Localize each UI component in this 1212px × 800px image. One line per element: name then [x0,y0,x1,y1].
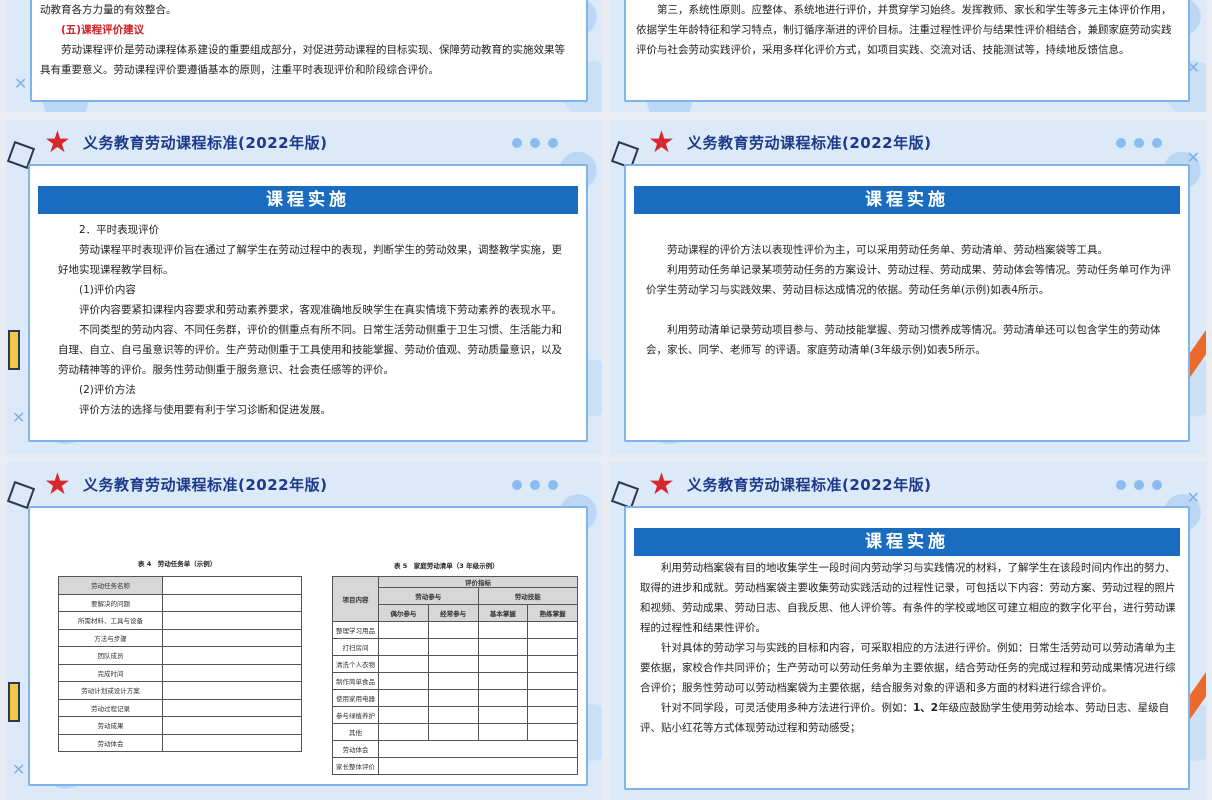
section-banner: 课程实施 [38,186,578,214]
x-deco-icon: ✕ [12,408,26,427]
slide-2[interactable]: 第三，系统性原则。应整体、系统地进行评价，并贯穿学习始终。发挥教师、家长和学生等… [610,0,1206,112]
paragraph: 利用劳动任务单记录某项劳动任务的方案设计、劳动过程、劳动成果、劳动体会等情况。劳… [646,264,1171,296]
slide-4-card: 课程实施 劳动课程的评价方法以表现性评价为主，可以采用劳动任务单、劳动清单、劳动… [624,164,1190,442]
red-star-icon: ★ [44,125,71,160]
slide-header: ★ 义务教育劳动课程标准(2022年版) [6,462,602,506]
red-star-icon: ★ [648,125,675,160]
table-4-row: 方法与步骤 [58,628,163,647]
paragraph: 劳动课程的评价方法以表现性评价为主，可以采用劳动任务单、劳动清单、劳动档案袋等工… [667,244,1108,256]
slide-6[interactable]: ✕ ★ 义务教育劳动课程标准(2022年版) 课程实施 利用劳动档案袋有目的地收… [610,462,1206,800]
paragraph: 劳动课程平时表现评价旨在通过了解学生在劳动过程中的表现，判断学生的劳动效果，调整… [58,244,562,276]
table-5-col-part: 劳动参与 [378,587,479,605]
paragraph: 利用劳动档案袋有目的地收集学生一段时间内劳动学习与实践情况的材料，了解学生在该段… [640,562,1176,634]
table-5-row: 清洗个人衣物 [332,655,379,673]
table-5-subcol: 偶尔参与 [378,604,429,622]
slide-1-card: 动教育各方力量的有效整合。 (五)课程评价建议 劳动课程评价是劳动课程体系建设的… [30,0,588,102]
paragraph: 第三，系统性原则。应整体、系统地进行评价，并贯穿学习始终。发挥教师、家长和学生等… [636,4,1172,56]
header-title: 义务教育劳动课程标准(2022年版) [83,476,328,494]
pencil-deco-icon [8,330,20,370]
table-4-row: 完成时间 [58,663,163,682]
table-4-caption: 表 4 劳动任务单（示例） [138,560,217,568]
table-5-col-skill: 劳动技能 [477,587,578,605]
red-star-icon: ★ [44,467,71,502]
table-5-subcol: 熟练掌握 [527,604,578,622]
subheading: 2．平时表现评价 [79,224,160,236]
subheading: (1)评价内容 [79,284,136,296]
table-5: 项目内容 评价指标 劳动参与 劳动技能 偶尔参与 经常参与 基本掌握 熟练掌握 … [332,576,578,775]
red-star-icon: ★ [648,467,675,502]
table-5-caption: 表 5 家庭劳动清单（3 年级示例） [394,562,499,570]
slide-header: ★ 义务教育劳动课程标准(2022年版) [6,120,602,164]
pencil-deco-icon [8,682,20,722]
text-line: 动教育各方力量的有效整合。 [40,4,177,16]
table-5-row: 参与绿植养护 [332,706,379,724]
slide-1[interactable]: ✕ 动教育各方力量的有效整合。 (五)课程评价建议 劳动课程评价是劳动课程体系建… [6,0,602,112]
dots-deco-icon [512,480,558,490]
table-4: 劳动任务名称 要解决的问题 所需材料、工具与设备 方法与步骤 团队成员 完成时间… [58,576,302,752]
section-heading: (五)课程评价建议 [61,24,145,36]
dots-deco-icon [1116,138,1162,148]
x-deco-icon: ✕ [12,760,26,779]
table-4-row: 所需材料、工具与设备 [58,611,163,630]
slide-3-card: 课程实施 2．平时表现评价 劳动课程平时表现评价旨在通过了解学生在劳动过程中的表… [28,164,588,442]
table-5-row: 打扫房间 [332,638,379,656]
table-5-row: 家长整体评价 [332,757,379,775]
table-4-row: 要解决的问题 [58,593,163,612]
slide-4[interactable]: ✕ ★ 义务教育劳动课程标准(2022年版) 课程实施 劳动课程的评价方法以表现… [610,120,1206,455]
paragraph: 评价内容要紧扣课程内容要求和劳动素养要求，客观准确地反映学生在真实情境下劳动素养… [79,304,562,316]
slide-header: ★ 义务教育劳动课程标准(2022年版) [610,462,1206,506]
slide-header: ★ 义务教育劳动课程标准(2022年版) [610,120,1206,164]
section-banner: 课程实施 [634,186,1180,214]
paragraph: 针对具体的劳动学习与实践的目标和内容，可采取相应的方法进行评价。例如：日常生活劳… [640,642,1176,694]
paragraph: 评价方法的选择与使用要有利于学习诊断和促进发展。 [79,404,331,416]
slide-3[interactable]: ✕ ★ 义务教育劳动课程标准(2022年版) 课程实施 2．平时表现评价 劳动课… [6,120,602,455]
header-title: 义务教育劳动课程标准(2022年版) [687,134,932,152]
table-5-subcol: 经常参与 [427,604,479,622]
header-title: 义务教育劳动课程标准(2022年版) [83,134,328,152]
dots-deco-icon [512,138,558,148]
table-4-row: 团队成员 [58,646,163,665]
table-5-row: 其他 [332,723,379,741]
table-4-header: 劳动任务名称 [58,576,163,595]
table-4-row: 劳动计划或设计方案 [58,681,163,700]
dots-deco-icon [1116,480,1162,490]
grade-range: 1、2 [913,702,939,714]
paragraph: 不同类型的劳动内容、不同任务群，评价的侧重点有所不同。日常生活劳动侧重于卫生习惯… [58,324,562,376]
table-5-col-index: 评价指标 [378,576,578,588]
paragraph: 利用劳动清单记录劳动项目参与、劳动技能掌握、劳动习惯养成等情况。劳动清单还可以包… [646,324,1161,356]
text-run: 针对不同学段，可灵活使用多种方法进行评价。例如： [661,702,913,714]
table-5-subcol: 基本掌握 [477,604,529,622]
slide-grid: ✕ 动教育各方力量的有效整合。 (五)课程评价建议 劳动课程评价是劳动课程体系建… [0,0,1212,800]
slide-5[interactable]: ✕ ★ 义务教育劳动课程标准(2022年版) 表 4 劳动任务单（示例） 劳动任… [6,462,602,800]
x-deco-icon: ✕ [14,74,28,93]
x-deco-icon: ✕ [1186,58,1200,77]
section-banner: 课程实施 [634,528,1180,556]
table-4-row: 劳动过程记录 [58,698,163,717]
slide-6-card: 课程实施 利用劳动档案袋有目的地收集学生一段时间内劳动学习与实践情况的材料，了解… [624,506,1190,790]
table-5-row: 劳动体会 [332,740,379,758]
header-title: 义务教育劳动课程标准(2022年版) [687,476,932,494]
slide-2-card: 第三，系统性原则。应整体、系统地进行评价，并贯穿学习始终。发挥教师、家长和学生等… [624,0,1190,102]
table-4-row: 劳动成果 [58,716,163,735]
table-5-row: 使用家用电器 [332,689,379,707]
paragraph: 针对不同学段，可灵活使用多种方法进行评价。例如：1、2年级应鼓励学生使用劳动绘本… [640,698,1176,738]
subheading: (2)评价方法 [79,384,136,396]
slide-5-card: 表 4 劳动任务单（示例） 劳动任务名称 要解决的问题 所需材料、工具与设备 方… [28,506,588,786]
table-4-row: 劳动体会 [58,733,163,752]
paragraph: 劳动课程评价是劳动课程体系建设的重要组成部分，对促进劳动课程的目标实现、保障劳动… [40,44,565,76]
table-5-row: 整理学习用品 [332,621,379,639]
table-5-col-item: 项目内容 [332,576,379,622]
table-5-row: 制作简单食品 [332,672,379,690]
